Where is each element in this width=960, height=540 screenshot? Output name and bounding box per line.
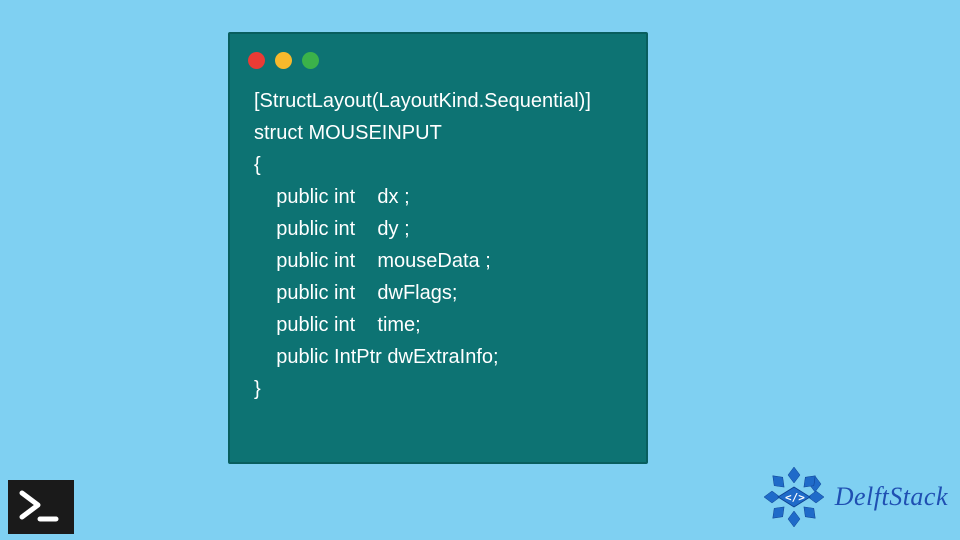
minimize-icon xyxy=(275,52,292,69)
close-icon xyxy=(248,52,265,69)
delftstack-logo-icon: </> xyxy=(759,462,829,532)
powershell-icon xyxy=(8,480,74,534)
maximize-icon xyxy=(302,52,319,69)
delftstack-brand-text: DelftStack xyxy=(835,482,948,512)
delftstack-brand: </> DelftStack xyxy=(759,462,948,532)
code-block: [StructLayout(LayoutKind.Sequential)] st… xyxy=(230,77,646,429)
code-window: [StructLayout(LayoutKind.Sequential)] st… xyxy=(228,32,648,464)
window-traffic-lights xyxy=(230,34,646,77)
svg-text:</>: </> xyxy=(785,491,805,504)
